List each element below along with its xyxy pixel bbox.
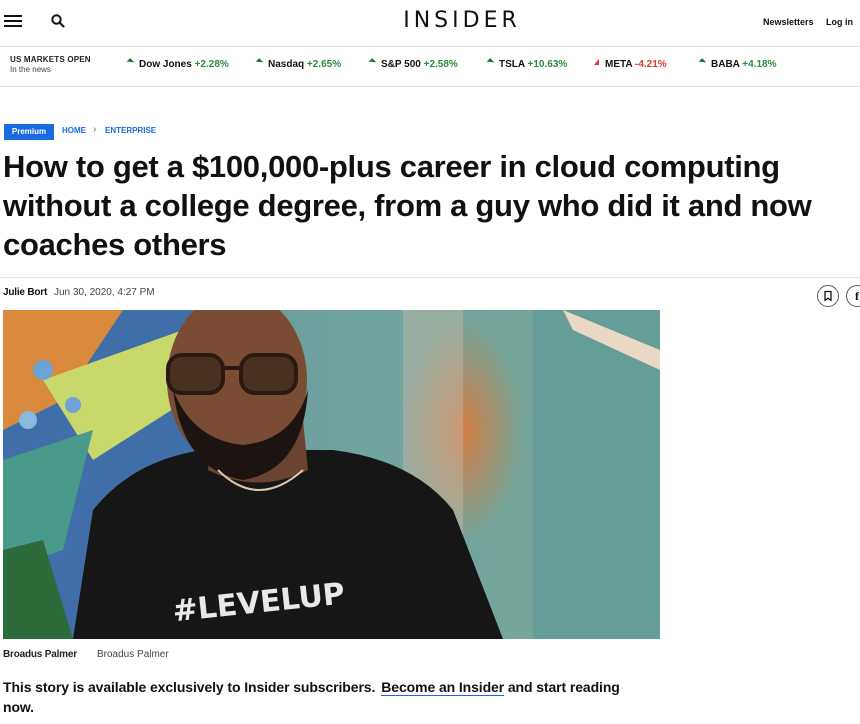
breadcrumb-section[interactable]: ENTERPRISE (105, 126, 156, 135)
ticker-name: Nasdaq (268, 59, 305, 70)
ticker-change: +2.28% (194, 59, 229, 70)
ticker-change: +2.58% (423, 59, 458, 70)
site-header: INSIDER Newsletters Log in (0, 0, 860, 45)
image-caption: Broadus Palmer (97, 649, 169, 660)
market-ticker: US MARKETS OPEN In the news Dow Jones +2… (0, 46, 860, 87)
arrow-up-icon (255, 58, 264, 67)
article-headline: How to get a $100,000-plus career in clo… (3, 149, 812, 262)
facebook-icon: f (855, 289, 859, 303)
ticker-item[interactable]: BABA +4.18% (698, 58, 777, 70)
breadcrumb-separator: › (93, 124, 97, 135)
publish-date: Jun 30, 2020, 4:27 PM (54, 287, 155, 298)
hero-image: #LEVELUP (3, 310, 660, 639)
author-link[interactable]: Julie Bort (3, 287, 47, 298)
ticker-change: +4.18% (742, 59, 777, 70)
arrow-up-icon (698, 58, 707, 67)
save-button[interactable] (817, 285, 839, 307)
facebook-share-button[interactable]: f (846, 285, 860, 307)
ticker-name: BABA (711, 59, 740, 70)
market-status-label: US MARKETS OPEN (10, 55, 91, 64)
ticker-change: +2.65% (306, 59, 342, 70)
ticker-name: S&P 500 (381, 59, 421, 70)
premium-badge: Premium (4, 124, 54, 140)
login-link[interactable]: Log in (826, 17, 853, 27)
ticker-change: -4.21% (635, 59, 667, 70)
ticker-name: META (605, 59, 633, 70)
bookmark-icon (824, 290, 832, 302)
site-logo[interactable]: INSIDER (0, 8, 860, 33)
market-status: US MARKETS OPEN In the news (10, 55, 91, 74)
newsletters-link[interactable]: Newsletters (763, 17, 814, 27)
divider (0, 277, 860, 278)
ticker-item[interactable]: S&P 500 +2.58% (368, 58, 458, 70)
arrow-down-icon (594, 59, 599, 66)
ticker-name: TSLA (499, 59, 525, 70)
ticker-name: Dow Jones (139, 59, 192, 70)
arrow-up-icon (486, 58, 495, 67)
breadcrumb-home[interactable]: HOME (62, 126, 86, 135)
ticker-change: +10.63% (527, 59, 568, 70)
become-insider-link[interactable]: Become an Insider (381, 679, 504, 696)
arrow-up-icon (126, 58, 135, 67)
image-credit: Broadus Palmer (3, 649, 77, 660)
ticker-item[interactable]: TSLA +10.63% (486, 58, 568, 70)
ticker-item[interactable]: META -4.21% (594, 59, 667, 70)
paywall-message: This story is available exclusively to I… (3, 677, 623, 717)
paywall-text: This story is available exclusively to I… (3, 679, 376, 695)
ticker-item[interactable]: Nasdaq +2.65% (255, 58, 342, 70)
market-substatus: In the news (10, 65, 51, 74)
ticker-item[interactable]: Dow Jones +2.28% (126, 58, 229, 70)
arrow-up-icon (368, 58, 377, 67)
